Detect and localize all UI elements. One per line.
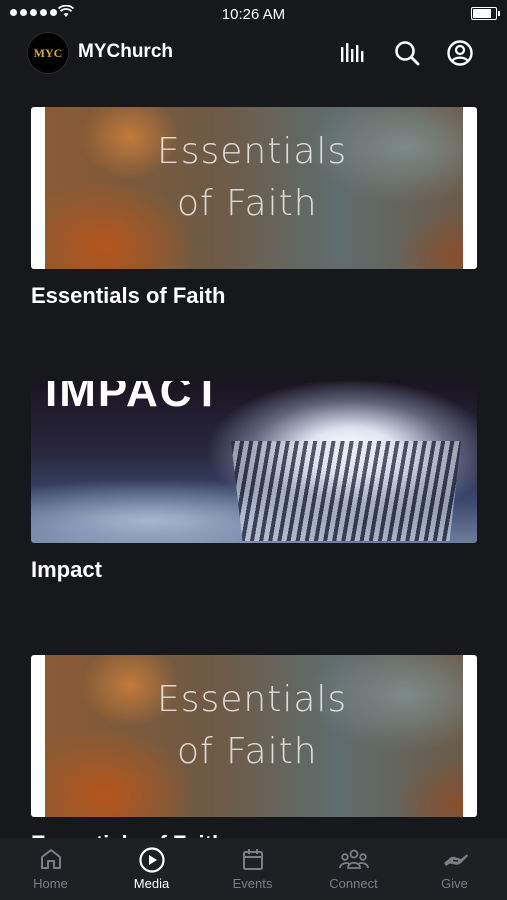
app-title: MYChurch: [78, 41, 173, 62]
tab-events[interactable]: Events: [202, 838, 303, 900]
calendar-icon: [242, 849, 263, 870]
thumbnail-title: IMPACT: [45, 381, 223, 416]
play-circle-icon: [138, 847, 165, 873]
thumbnail-subtitle: of Faith: [177, 183, 318, 224]
tab-label: Events: [232, 876, 273, 891]
church-logo[interactable]: MYC: [27, 32, 69, 74]
app-header: MYC MYChurch: [0, 30, 507, 76]
media-thumbnail[interactable]: IMPACT: [31, 381, 477, 543]
thumbnail-artwork: [231, 441, 461, 541]
media-item[interactable]: Essentials of Faith Essentials of Faith: [31, 655, 477, 857]
tab-label: Home: [33, 876, 68, 891]
people-icon: [338, 849, 369, 869]
battery-icon: [471, 7, 500, 20]
tab-give[interactable]: Give: [404, 838, 505, 900]
media-title[interactable]: Impact: [31, 557, 477, 583]
account-icon[interactable]: [445, 38, 475, 68]
audio-bars-icon[interactable]: [337, 38, 367, 68]
status-bar: 10:26 AM: [0, 0, 507, 28]
tab-connect[interactable]: Connect: [303, 838, 404, 900]
hand-icon: [443, 854, 468, 866]
media-thumbnail[interactable]: Essentials of Faith: [31, 107, 477, 269]
tab-label: Give: [441, 876, 468, 891]
media-item[interactable]: IMPACT Impact: [31, 381, 477, 583]
tab-media[interactable]: Media: [101, 838, 202, 900]
media-item[interactable]: Essentials of Faith Essentials of Faith: [31, 107, 477, 309]
thumbnail-title: Essentials: [157, 679, 348, 720]
media-title[interactable]: Essentials of Faith: [31, 283, 477, 309]
tab-label: Media: [133, 876, 170, 891]
tab-home[interactable]: Home: [0, 838, 101, 900]
bottom-tab-bar: Home Media Events Connect Give: [0, 838, 507, 900]
media-thumbnail[interactable]: Essentials of Faith: [31, 655, 477, 817]
tab-label: Connect: [329, 876, 378, 891]
search-icon[interactable]: [392, 38, 422, 68]
home-icon: [40, 849, 61, 869]
status-time: 10:26 AM: [221, 6, 286, 23]
thumbnail-title: Essentials: [157, 131, 348, 172]
thumbnail-subtitle: of Faith: [177, 731, 318, 772]
